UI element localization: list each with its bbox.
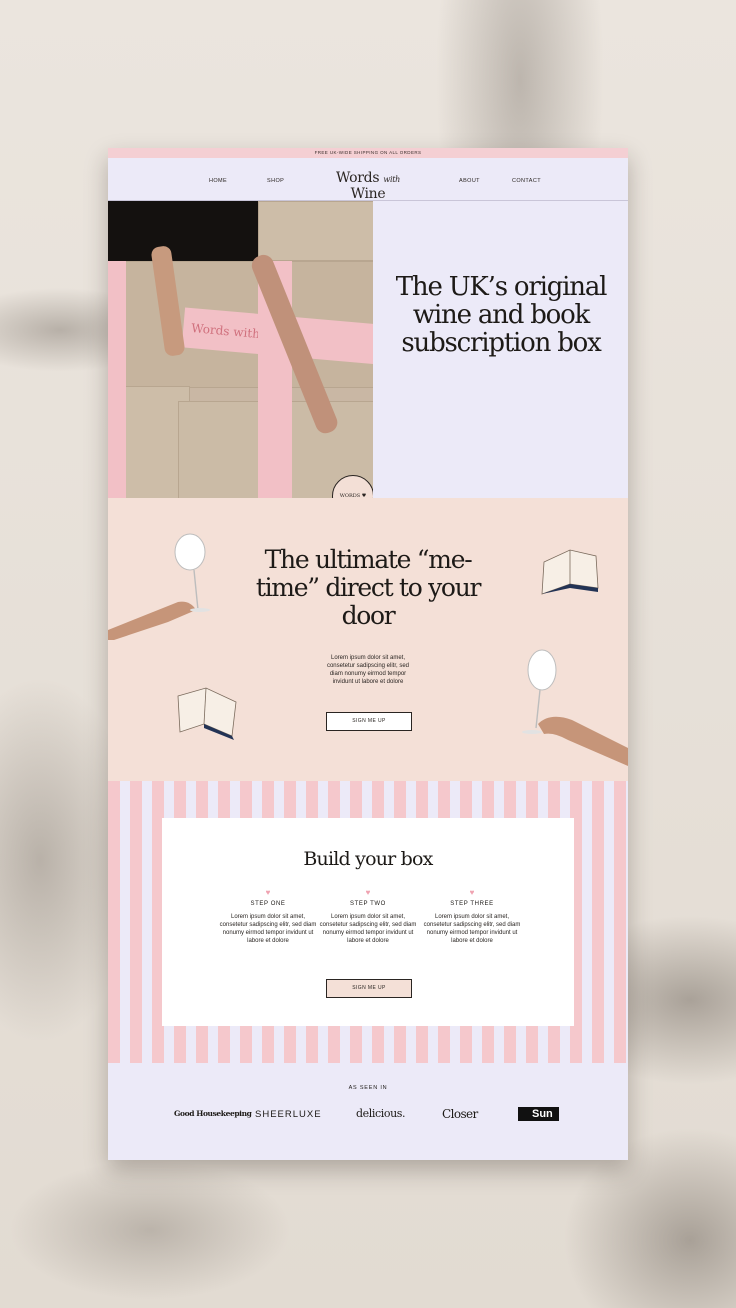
logo-the-sun: Sun — [518, 1107, 559, 1121]
website-mockup: FREE UK-WIDE SHIPPING ON ALL ORDERS HOME… — [108, 148, 628, 1160]
hero-headline: The UK’s original wine and book subscrip… — [395, 272, 608, 358]
open-book-bottom-left — [177, 687, 237, 740]
heart-icon: ♥ — [265, 888, 271, 897]
heart-icon: ♥ — [365, 888, 371, 897]
logo-sheerluxe: SHEERLUXE — [255, 1109, 322, 1120]
brand-logo[interactable]: Words with Wine — [318, 170, 418, 202]
as-seen-in-label: AS SEEN IN — [348, 1085, 388, 1091]
logo-word-with: with — [383, 175, 400, 184]
metime-section: The ultimate “me-time” direct to your do… — [108, 498, 628, 781]
box-1 — [258, 201, 373, 261]
step-one: ♥ STEP ONE Lorem ipsum dolor sit amet, c… — [218, 888, 318, 945]
metime-headline: The ultimate “me-time” direct to your do… — [255, 545, 482, 630]
nav-contact[interactable]: CONTACT — [512, 178, 541, 184]
heart-icon: ♥ — [469, 888, 475, 897]
dress-shape — [108, 201, 268, 261]
nav-home[interactable]: HOME — [209, 178, 227, 184]
build-box-card: Build your box ♥ STEP ONE Lorem ipsum do… — [162, 818, 574, 1026]
hero-image: Words with Wine WORDS ♥ WINE — [108, 201, 373, 498]
open-book-top-right — [541, 549, 599, 595]
main-nav: HOME SHOP Words with Wine ABOUT CONTACT — [108, 158, 628, 202]
metime-body: Lorem ipsum dolor sit amet, consetetur s… — [326, 655, 410, 685]
step-three-body: Lorem ipsum dolor sit amet, consetetur s… — [423, 914, 521, 944]
hero-text-panel: The UK’s original wine and book subscrip… — [374, 201, 628, 498]
step-two-title: STEP TWO — [350, 901, 386, 907]
tape-left — [108, 261, 126, 498]
logo-good-housekeeping: Good Housekeeping — [174, 1109, 252, 1118]
logo-closer: Closer — [442, 1107, 478, 1121]
logo-word-wine: Wine — [350, 186, 386, 202]
nav-shop[interactable]: SHOP — [267, 178, 284, 184]
step-two-body: Lorem ipsum dolor sit amet, consetetur s… — [319, 914, 417, 944]
as-seen-in-section: AS SEEN IN Good Housekeeping SHEERLUXE d… — [108, 1063, 628, 1160]
logo-word-words: Words — [336, 170, 380, 186]
build-title: Build your box — [303, 848, 433, 870]
shipping-banner: FREE UK-WIDE SHIPPING ON ALL ORDERS — [108, 148, 628, 158]
step-one-body: Lorem ipsum dolor sit amet, consetetur s… — [219, 914, 317, 944]
step-one-title: STEP ONE — [250, 901, 286, 907]
nav-about[interactable]: ABOUT — [459, 178, 480, 184]
step-three-title: STEP THREE — [450, 901, 494, 907]
build-signup-button[interactable]: SIGN ME UP — [326, 979, 412, 998]
hand-glass-left — [108, 533, 210, 640]
step-three: ♥ STEP THREE Lorem ipsum dolor sit amet,… — [422, 888, 522, 945]
logo-delicious: delicious. — [356, 1107, 406, 1120]
step-two: ♥ STEP TWO Lorem ipsum dolor sit amet, c… — [318, 888, 418, 945]
metime-signup-button[interactable]: SIGN ME UP — [326, 712, 412, 731]
hand-glass-right — [522, 649, 628, 766]
